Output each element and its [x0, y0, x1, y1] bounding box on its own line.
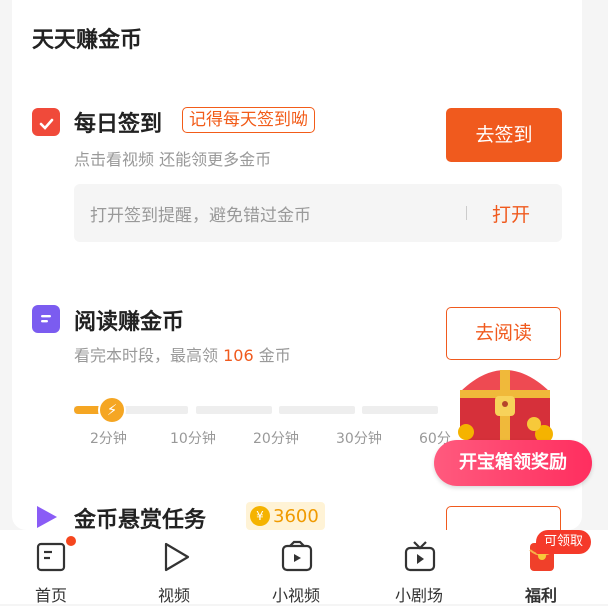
checkin-button[interactable]: 去签到 [446, 108, 562, 162]
reminder-open-button[interactable]: 打开 [492, 200, 530, 227]
nav-item-short-video[interactable]: 小视频 [251, 530, 341, 605]
read-subtitle-prefix: 看完本时段，最高领 [74, 346, 224, 365]
section-title: 天天赚金币 [32, 28, 143, 53]
document-icon [32, 305, 60, 333]
camera-icon [281, 540, 313, 572]
checkin-subtitle: 点击看视频 还能领更多金币 [74, 150, 272, 169]
nav-label-theater: 小剧场 [394, 586, 443, 605]
home-notification-dot [66, 536, 76, 546]
read-subtitle: 看完本时段，最高领 106 金币 [74, 342, 291, 366]
progress-segment-2 [196, 406, 272, 414]
nav-label-short-video: 小视频 [271, 586, 320, 605]
open-chest-button[interactable]: 开宝箱领奖励 [434, 440, 592, 486]
tv-icon [404, 541, 436, 572]
read-subtitle-suffix: 金币 [253, 346, 291, 365]
nav-label-home: 首页 [34, 586, 67, 605]
nav-item-home[interactable]: 首页 [6, 530, 96, 605]
checkin-title: 每日签到 [74, 112, 163, 137]
checkin-tag: 记得每天签到呦 [182, 107, 315, 133]
book-icon [36, 542, 66, 572]
progress-tick-0: 2分钟 [90, 431, 127, 447]
claim-available-badge: 可领取 [536, 530, 592, 554]
bounty-button[interactable] [446, 506, 561, 530]
reminder-text: 打开签到提醒，避免错过金币 [90, 206, 311, 226]
progress-segment-4 [362, 406, 438, 414]
checkin-reminder-bar: 打开签到提醒，避免错过金币 打开 [74, 184, 562, 242]
treasure-chest-icon[interactable] [446, 352, 564, 452]
progress-segment-3 [279, 406, 355, 414]
calendar-icon [32, 108, 60, 136]
nav-item-video[interactable]: 视频 [129, 530, 219, 605]
nav-item-theater[interactable]: 小剧场 [374, 530, 464, 605]
progress-tick-2: 20分钟 [253, 431, 299, 447]
lightning-icon: ⚡ [98, 396, 126, 424]
reminder-divider [466, 206, 467, 220]
nav-label-welfare: 福利 [524, 586, 557, 605]
progress-tick-1: 10分钟 [170, 431, 216, 447]
progress-tick-3: 30分钟 [336, 431, 382, 447]
bottom-nav: 首页 视频 小视频 小剧场 福利 [0, 530, 608, 605]
bounty-title: 金币悬赏任务 [74, 508, 207, 530]
play-triangle-icon [32, 503, 60, 530]
bounty-coin-amount: 3600 [273, 505, 319, 527]
nav-label-video: 视频 [157, 586, 190, 605]
read-subtitle-amount: 106 [223, 346, 254, 365]
read-title: 阅读赚金币 [74, 310, 185, 335]
play-icon [164, 542, 190, 572]
coin-icon: ¥ [250, 506, 270, 526]
bounty-coin-badge: ¥ 3600 [246, 502, 325, 530]
